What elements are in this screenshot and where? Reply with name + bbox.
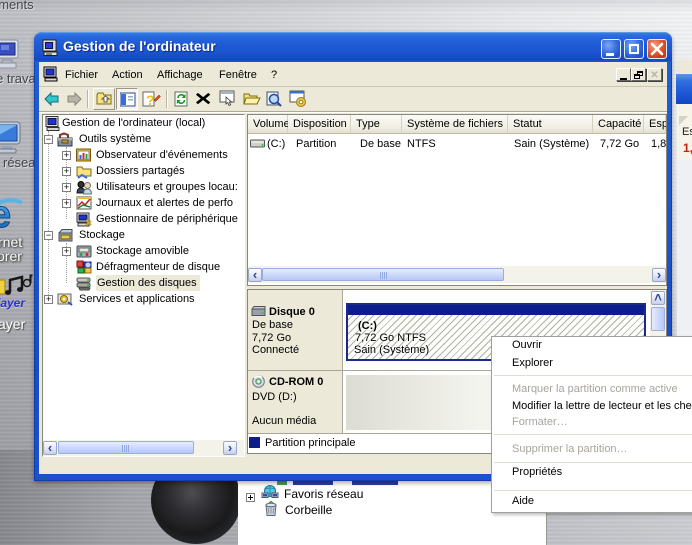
svg-text:?: ? xyxy=(146,92,155,108)
